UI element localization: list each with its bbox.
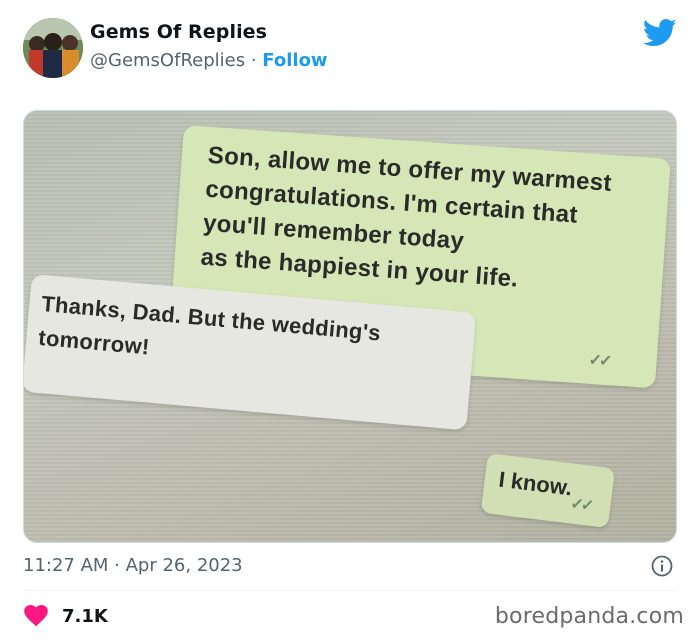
avatar[interactable] — [23, 18, 83, 78]
tweet-card: Gems Of Replies @GemsOfReplies · Follow … — [0, 0, 700, 644]
author-name[interactable]: Gems Of Replies — [90, 21, 267, 43]
separator-dot: · — [250, 50, 257, 71]
watermark-text: boredpanda.com — [494, 604, 684, 629]
message-text: I know. — [497, 466, 574, 501]
follow-button[interactable]: Follow — [262, 50, 327, 71]
tweet-media-image[interactable]: Son, allow me to offer my warmest congra… — [23, 110, 677, 543]
heart-icon — [24, 605, 48, 627]
info-icon[interactable] — [651, 555, 673, 577]
author-handle[interactable]: @GemsOfReplies — [90, 50, 245, 71]
read-ticks-icon: ✓✓ — [569, 495, 593, 515]
author-handle-row: @GemsOfReplies · Follow — [90, 50, 328, 71]
like-count: 7.1K — [62, 605, 108, 627]
divider — [23, 590, 677, 591]
tweet-timestamp[interactable]: 11:27 AM · Apr 26, 2023 — [23, 555, 243, 576]
read-ticks-icon: ✓✓ — [587, 351, 610, 371]
like-button[interactable]: 7.1K — [24, 604, 108, 628]
twitter-bird-icon[interactable] — [643, 18, 677, 48]
